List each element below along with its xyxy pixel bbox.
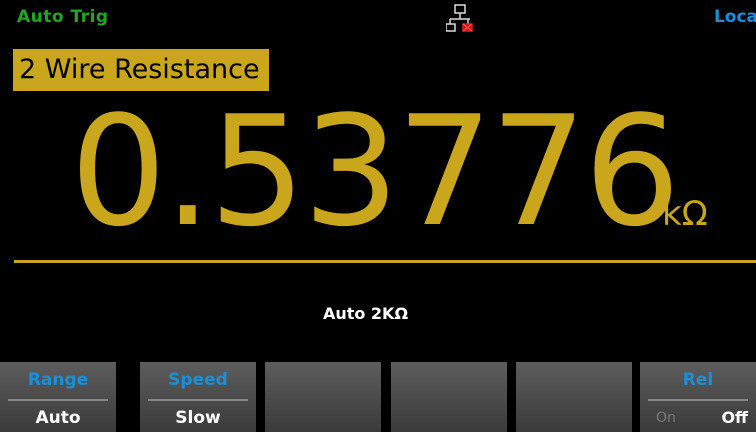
softkey-title: Speed xyxy=(168,370,228,390)
softkey-range[interactable]: Range Auto xyxy=(0,362,116,432)
remote-status: Loca xyxy=(713,7,756,27)
softkey-speed[interactable]: Speed Slow xyxy=(140,362,256,432)
divider xyxy=(14,260,756,263)
softkey-rel[interactable]: Rel On Off xyxy=(640,362,756,432)
reading-value: 0.53776 xyxy=(70,83,681,260)
softkey-divider xyxy=(8,399,108,401)
softkey-value: Slow xyxy=(175,408,221,428)
softkey-title: Range xyxy=(27,370,89,390)
softkey-divider xyxy=(148,399,248,401)
trigger-status: Auto Trig xyxy=(17,7,109,27)
reading-unit: kΩ xyxy=(662,194,708,234)
range-info: Auto 2KΩ xyxy=(322,304,409,323)
status-bar: Auto Trig Loca xyxy=(0,0,756,40)
softkey-value: Auto xyxy=(35,408,81,428)
rel-off-option: Off xyxy=(721,408,748,427)
softkey-empty-5[interactable] xyxy=(516,362,632,432)
softkey-empty-4[interactable] xyxy=(391,362,507,432)
softkey-divider xyxy=(648,399,748,401)
softkey-title: Rel xyxy=(682,370,714,390)
lan-disconnected-icon xyxy=(445,4,474,38)
rel-on-option: On xyxy=(656,410,676,426)
softkey-empty-3[interactable] xyxy=(265,362,381,432)
